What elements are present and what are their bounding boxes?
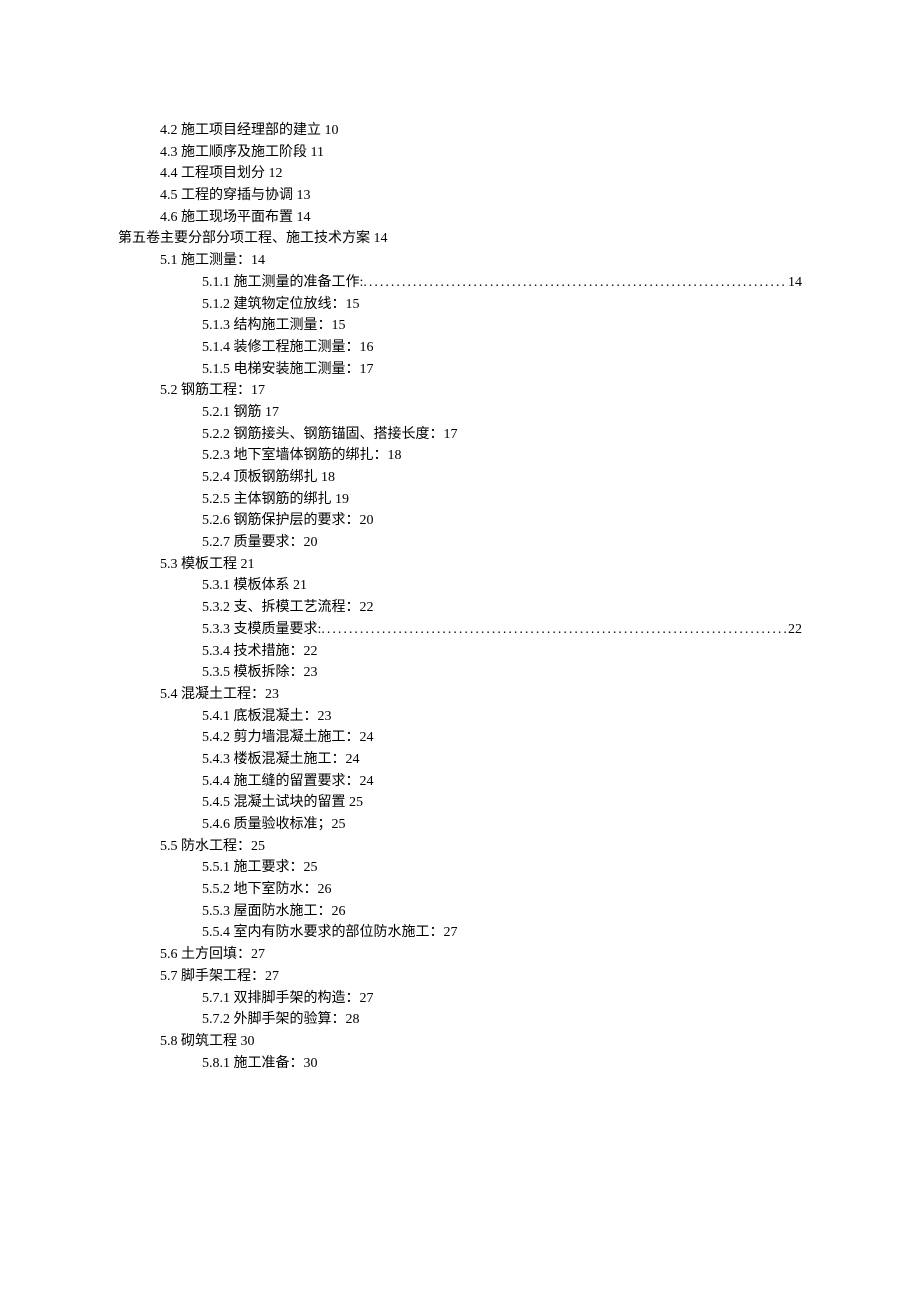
toc-entry-5-4-3: 5.4.3 楼板混凝土施工：24: [118, 749, 802, 771]
toc-entry-5-4-5: 5.4.5 混凝土试块的留置 25: [118, 792, 802, 814]
toc-text: 5.7.2 外脚手架的验算：28: [202, 1012, 360, 1027]
toc-entry-5-7-2: 5.7.2 外脚手架的验算：28: [118, 1009, 802, 1031]
toc-entry-5-5-4: 5.5.4 室内有防水要求的部位防水施工：27: [118, 922, 802, 944]
toc-entry-4-5: 4.5 工程的穿插与协调 13: [118, 185, 802, 207]
toc-text: 5.2.1 钢筋 17: [202, 405, 279, 420]
toc-entry-5-2-4: 5.2.4 顶板钢筋绑扎 18: [118, 467, 802, 489]
toc-entry-5-2-3: 5.2.3 地下室墙体钢筋的绑扎：18: [118, 445, 802, 467]
toc-entry-5-3-2: 5.3.2 支、拆模工艺流程：22: [118, 597, 802, 619]
toc-entry-5-7-1: 5.7.1 双排脚手架的构造：27: [118, 988, 802, 1010]
toc-page: 14: [788, 272, 802, 294]
toc-text: 5.7.1 双排脚手架的构造：27: [202, 991, 374, 1006]
toc-entry-5-7: 5.7 脚手架工程：27: [118, 966, 802, 988]
toc-label: 5.3.3 支模质量要求:: [202, 619, 321, 641]
toc-text: 5.5.2 地下室防水：26: [202, 882, 332, 897]
toc-entry-5-4-1: 5.4.1 底板混凝土：23: [118, 706, 802, 728]
toc-entry-4-2: 4.2 施工项目经理部的建立 10: [118, 120, 802, 142]
toc-text: 5.4 混凝土工程：23: [160, 687, 279, 702]
toc-entry-5-2-7: 5.2.7 质量要求：20: [118, 532, 802, 554]
toc-entry-5-5-1: 5.5.1 施工要求：25: [118, 857, 802, 879]
toc-text: 5.8 砌筑工程 30: [160, 1034, 255, 1049]
toc-entry-5-1-5: 5.1.5 电梯安装施工测量：17: [118, 359, 802, 381]
toc-text: 5.1.3 结构施工测量：15: [202, 318, 346, 333]
toc-entry-4-4: 4.4 工程项目划分 12: [118, 163, 802, 185]
toc-entry-5-2: 5.2 钢筋工程：17: [118, 380, 802, 402]
toc-entry-5-3-4: 5.3.4 技术措施：22: [118, 641, 802, 663]
toc-entry-5-3: 5.3 模板工程 21: [118, 554, 802, 576]
toc-text: 5.3.2 支、拆模工艺流程：22: [202, 600, 374, 615]
toc-text: 5.4.3 楼板混凝土施工：24: [202, 752, 360, 767]
toc-text: 4.6 施工现场平面布置 14: [160, 210, 311, 225]
toc-text: 5.2.2 钢筋接头、钢筋锚固、搭接长度：17: [202, 427, 458, 442]
toc-text: 5.4.6 质量验收标准；25: [202, 817, 346, 832]
toc-entry-5-3-5: 5.3.5 模板拆除：23: [118, 662, 802, 684]
toc-entry-5-1-4: 5.1.4 装修工程施工测量：16: [118, 337, 802, 359]
toc-text: 5.1.5 电梯安装施工测量：17: [202, 362, 374, 377]
toc-entry-5-5: 5.5 防水工程：25: [118, 836, 802, 858]
toc-entry-5-2-5: 5.2.5 主体钢筋的绑扎 19: [118, 489, 802, 511]
toc-entry-5-2-1: 5.2.1 钢筋 17: [118, 402, 802, 424]
toc-text: 5.2.5 主体钢筋的绑扎 19: [202, 492, 349, 507]
toc-text: 5.2.4 顶板钢筋绑扎 18: [202, 470, 335, 485]
toc-text: 5.6 土方回填：27: [160, 947, 265, 962]
toc-entry-5-6: 5.6 土方回填：27: [118, 944, 802, 966]
toc-text: 4.4 工程项目划分 12: [160, 166, 283, 181]
toc-label: 5.1.1 施工测量的准备工作:: [202, 272, 363, 294]
toc-entry-5-1-2: 5.1.2 建筑物定位放线：15: [118, 294, 802, 316]
toc-leader-dots: ........................................…: [321, 619, 788, 641]
toc-text: 5.3.4 技术措施：22: [202, 644, 318, 659]
toc-text: 5.2.3 地下室墙体钢筋的绑扎：18: [202, 448, 402, 463]
toc-text: 5.2.6 钢筋保护层的要求：20: [202, 513, 374, 528]
toc-entry-5-2-6: 5.2.6 钢筋保护层的要求：20: [118, 510, 802, 532]
toc-page: 22: [788, 619, 802, 641]
toc-text: 5.1.4 装修工程施工测量：16: [202, 340, 374, 355]
toc-entry-5-4-6: 5.4.6 质量验收标准；25: [118, 814, 802, 836]
toc-entry-5-4-2: 5.4.2 剪力墙混凝土施工：24: [118, 727, 802, 749]
toc-text: 4.3 施工顺序及施工阶段 11: [160, 145, 324, 160]
toc-text: 5.3.5 模板拆除：23: [202, 665, 318, 680]
toc-entry-5-5-2: 5.5.2 地下室防水：26: [118, 879, 802, 901]
toc-entry-5-1: 5.1 施工测量：14: [118, 250, 802, 272]
toc-text: 5.4.4 施工缝的留置要求：24: [202, 774, 374, 789]
toc-entry-5-4: 5.4 混凝土工程：23: [118, 684, 802, 706]
toc-leader-dots: ........................................…: [363, 272, 788, 294]
toc-text: 5.2 钢筋工程：17: [160, 383, 265, 398]
toc-volume-5: 第五卷主要分部分项工程、施工技术方案 14: [118, 228, 802, 250]
toc-text: 5.5.1 施工要求：25: [202, 860, 318, 875]
toc-entry-5-8-1: 5.8.1 施工准备：30: [118, 1053, 802, 1075]
toc-entry-5-5-3: 5.5.3 屋面防水施工：26: [118, 901, 802, 923]
toc-entry-4-6: 4.6 施工现场平面布置 14: [118, 207, 802, 229]
toc-text: 5.3.1 模板体系 21: [202, 578, 307, 593]
toc-text: 5.5 防水工程：25: [160, 839, 265, 854]
toc-entry-4-3: 4.3 施工顺序及施工阶段 11: [118, 142, 802, 164]
toc-text: 第五卷主要分部分项工程、施工技术方案 14: [118, 231, 388, 246]
toc-entry-5-2-2: 5.2.2 钢筋接头、钢筋锚固、搭接长度：17: [118, 424, 802, 446]
toc-entry-5-3-1: 5.3.1 模板体系 21: [118, 575, 802, 597]
toc-entry-5-8: 5.8 砌筑工程 30: [118, 1031, 802, 1053]
toc-text: 4.2 施工项目经理部的建立 10: [160, 123, 339, 138]
toc-text: 5.1.2 建筑物定位放线：15: [202, 297, 360, 312]
toc-text: 4.5 工程的穿插与协调 13: [160, 188, 311, 203]
toc-text: 5.3 模板工程 21: [160, 557, 255, 572]
toc-text: 5.4.2 剪力墙混凝土施工：24: [202, 730, 374, 745]
toc-entry-5-3-3: 5.3.3 支模质量要求: ..........................…: [118, 619, 802, 641]
toc-text: 5.4.1 底板混凝土：23: [202, 709, 332, 724]
toc-entry-5-1-3: 5.1.3 结构施工测量：15: [118, 315, 802, 337]
toc-text: 5.5.4 室内有防水要求的部位防水施工：27: [202, 925, 458, 940]
toc-text: 5.2.7 质量要求：20: [202, 535, 318, 550]
toc-entry-5-4-4: 5.4.4 施工缝的留置要求：24: [118, 771, 802, 793]
toc-text: 5.4.5 混凝土试块的留置 25: [202, 795, 363, 810]
toc-entry-5-1-1: 5.1.1 施工测量的准备工作: .......................…: [118, 272, 802, 294]
toc-text: 5.1 施工测量：14: [160, 253, 265, 268]
toc-text: 5.8.1 施工准备：30: [202, 1056, 318, 1071]
toc-text: 5.5.3 屋面防水施工：26: [202, 904, 346, 919]
toc-text: 5.7 脚手架工程：27: [160, 969, 279, 984]
